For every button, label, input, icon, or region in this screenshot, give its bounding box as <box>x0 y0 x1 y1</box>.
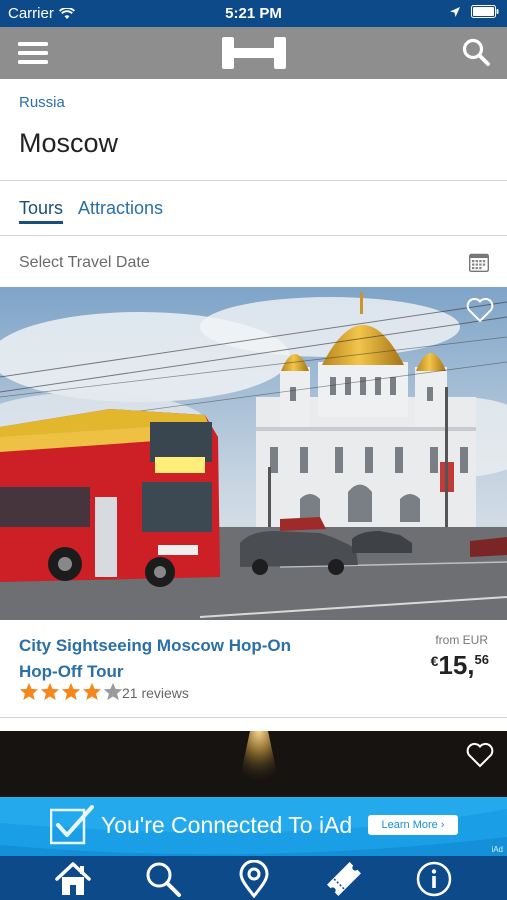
star-filled-icon <box>40 682 60 701</box>
price-whole: 15, <box>438 650 475 680</box>
tour-photo-illustration <box>0 287 507 620</box>
tour-photo-illustration <box>0 731 507 797</box>
ticket-icon[interactable] <box>324 860 364 898</box>
tour-price: €15,56 <box>431 650 489 681</box>
divider <box>0 235 507 236</box>
tour-title[interactable]: City Sightseeing Moscow Hop-On Hop-Off T… <box>19 633 329 685</box>
app-screen: Carrier 5:21 PM Russia Moscow Tours Attr… <box>0 0 507 900</box>
tour-photo[interactable] <box>0 287 507 620</box>
ad-text: You're Connected To iAd <box>101 812 353 838</box>
price-fraction: 56 <box>474 652 489 667</box>
calendar-icon[interactable] <box>469 253 489 272</box>
bottom-tab-bar <box>0 856 507 900</box>
battery-icon <box>471 5 499 18</box>
ad-banner[interactable]: You're Connected To iAd Learn More › iAd <box>0 797 507 856</box>
tab-tours[interactable]: Tours <box>19 198 64 224</box>
top-navigation-bar <box>0 27 507 79</box>
logo-icon[interactable] <box>222 35 286 71</box>
favorite-heart-icon[interactable] <box>466 742 494 768</box>
star-empty-icon <box>103 682 123 701</box>
breadcrumb[interactable]: Russia <box>19 94 65 111</box>
search-icon[interactable] <box>143 860 183 898</box>
price-prefix: from EUR <box>435 633 488 647</box>
favorite-heart-icon[interactable] <box>466 297 494 323</box>
star-filled-icon <box>61 682 81 701</box>
star-filled-icon <box>19 682 39 701</box>
page-title: Moscow <box>19 128 119 158</box>
status-right <box>449 5 499 18</box>
search-icon[interactable] <box>461 37 491 67</box>
travel-date-label: Select Travel Date <box>19 254 150 271</box>
location-arrow-icon <box>450 6 460 17</box>
rating-stars <box>19 682 123 701</box>
status-bar: Carrier 5:21 PM <box>0 0 507 27</box>
iad-mark: iAd <box>491 845 503 854</box>
map-pin-icon[interactable] <box>234 860 274 898</box>
divider <box>0 180 507 181</box>
learn-more-button[interactable]: Learn More › <box>368 815 458 835</box>
tab-attractions[interactable]: Attractions <box>78 198 163 219</box>
travel-date-picker[interactable]: Select Travel Date <box>0 237 507 287</box>
tour-photo[interactable] <box>0 731 507 797</box>
checkmark-icon <box>50 805 94 845</box>
menu-icon[interactable] <box>18 39 48 67</box>
reviews-count[interactable]: 21 reviews <box>122 685 189 701</box>
info-icon[interactable] <box>414 860 454 898</box>
star-filled-icon <box>82 682 102 701</box>
divider <box>0 717 507 718</box>
home-icon[interactable] <box>53 860 93 898</box>
clock: 5:21 PM <box>225 5 282 22</box>
